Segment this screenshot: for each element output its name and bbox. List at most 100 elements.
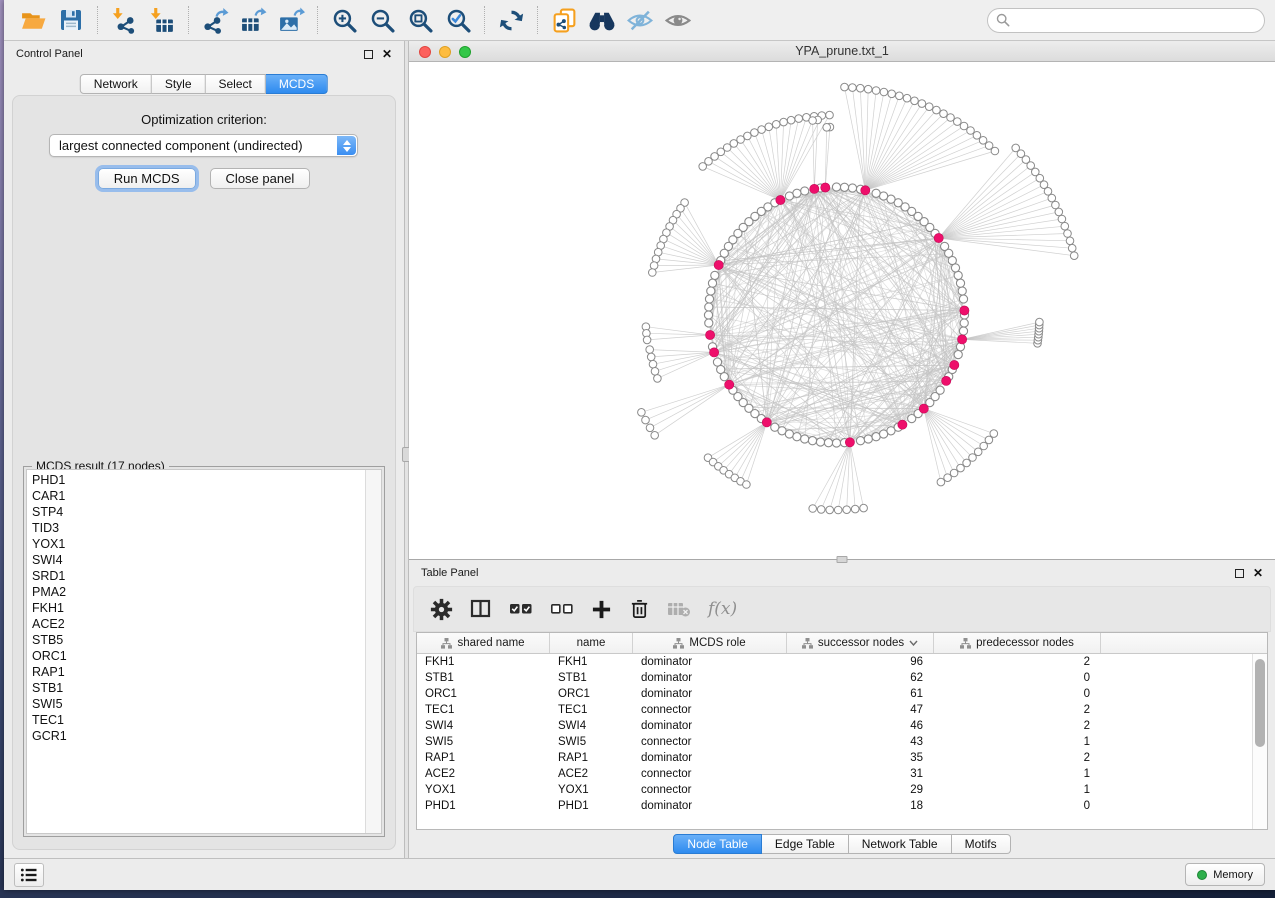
- criterion-select[interactable]: largest connected component (undirected): [49, 134, 358, 157]
- mcds-node[interactable]: [710, 348, 719, 357]
- delete-column-button[interactable]: [629, 598, 650, 620]
- mcds-result-scrollbar[interactable]: [365, 470, 381, 833]
- binoculars-button[interactable]: [586, 4, 618, 36]
- network-node[interactable]: [743, 481, 751, 489]
- mcds-result-item[interactable]: GCR1: [32, 728, 363, 744]
- mcds-node[interactable]: [919, 404, 928, 413]
- network-node[interactable]: [1036, 318, 1044, 326]
- mcds-result-item[interactable]: YOX1: [32, 536, 363, 552]
- network-node[interactable]: [772, 121, 780, 129]
- network-node[interactable]: [1012, 144, 1020, 152]
- network-node[interactable]: [832, 183, 840, 191]
- import-network-button[interactable]: [108, 4, 140, 36]
- mcds-result-item[interactable]: CAR1: [32, 488, 363, 504]
- network-node[interactable]: [888, 90, 896, 98]
- mcds-result-item[interactable]: PHD1: [32, 472, 363, 488]
- network-node[interactable]: [860, 504, 868, 512]
- network-node[interactable]: [654, 375, 662, 383]
- network-node[interactable]: [758, 126, 766, 134]
- network-node[interactable]: [705, 319, 713, 327]
- select-all-button[interactable]: [509, 598, 533, 620]
- network-node[interactable]: [843, 506, 851, 514]
- network-node[interactable]: [650, 262, 658, 270]
- mcds-result-item[interactable]: ORC1: [32, 648, 363, 664]
- mcds-result-item[interactable]: PMA2: [32, 584, 363, 600]
- network-node[interactable]: [936, 386, 944, 394]
- network-node[interactable]: [720, 373, 728, 381]
- network-node[interactable]: [705, 303, 713, 311]
- table-row[interactable]: FKH1FKH1dominator962: [417, 654, 1252, 670]
- network-node[interactable]: [646, 424, 654, 432]
- network-node[interactable]: [649, 269, 657, 277]
- close-window-button[interactable]: [419, 46, 431, 58]
- float-table-panel-icon[interactable]: [1235, 569, 1244, 578]
- network-node[interactable]: [708, 279, 716, 287]
- network-node[interactable]: [1061, 222, 1069, 230]
- zoom-out-button[interactable]: [366, 4, 398, 36]
- network-node[interactable]: [646, 346, 654, 354]
- maximize-window-button[interactable]: [459, 46, 471, 58]
- network-node[interactable]: [809, 505, 817, 513]
- network-node[interactable]: [896, 92, 904, 100]
- minimize-window-button[interactable]: [439, 46, 451, 58]
- network-node[interactable]: [1052, 201, 1060, 209]
- network-node[interactable]: [857, 84, 865, 92]
- table-row[interactable]: RAP1RAP1dominator352: [417, 750, 1252, 766]
- network-node[interactable]: [959, 295, 967, 303]
- network-node[interactable]: [801, 435, 809, 443]
- deselect-all-button[interactable]: [550, 598, 574, 620]
- import-table-button[interactable]: [146, 4, 178, 36]
- network-node[interactable]: [841, 83, 849, 91]
- mcds-result-item[interactable]: RAP1: [32, 664, 363, 680]
- network-node[interactable]: [704, 311, 712, 319]
- network-node[interactable]: [851, 505, 859, 513]
- open-file-button[interactable]: [17, 4, 49, 36]
- memory-button[interactable]: Memory: [1185, 863, 1265, 886]
- table-row[interactable]: SWI5SWI5connector431: [417, 734, 1252, 750]
- mcds-node[interactable]: [725, 380, 734, 389]
- mcds-result-item[interactable]: STB5: [32, 632, 363, 648]
- table-row[interactable]: YOX1YOX1connector291: [417, 782, 1252, 798]
- mcds-node[interactable]: [845, 438, 854, 447]
- network-node[interactable]: [925, 103, 933, 111]
- network-node[interactable]: [1064, 230, 1072, 238]
- network-node[interactable]: [990, 430, 998, 438]
- network-node[interactable]: [793, 433, 801, 441]
- search-box[interactable]: [987, 8, 1265, 33]
- network-node[interactable]: [711, 271, 719, 279]
- zoom-selected-button[interactable]: [442, 4, 474, 36]
- mcds-result-item[interactable]: TID3: [32, 520, 363, 536]
- network-node[interactable]: [840, 183, 848, 191]
- network-node[interactable]: [751, 129, 759, 137]
- mcds-result-item[interactable]: TEC1: [32, 712, 363, 728]
- zoom-in-button[interactable]: [328, 4, 360, 36]
- mcds-node[interactable]: [934, 233, 943, 242]
- network-node[interactable]: [699, 163, 707, 171]
- network-node[interactable]: [826, 111, 834, 119]
- float-panel-icon[interactable]: [364, 50, 373, 59]
- network-node[interactable]: [737, 136, 745, 144]
- network-node[interactable]: [849, 84, 857, 92]
- network-node[interactable]: [940, 110, 948, 118]
- network-node[interactable]: [954, 351, 962, 359]
- network-node[interactable]: [848, 184, 856, 192]
- network-node[interactable]: [1070, 252, 1078, 260]
- mcds-result-item[interactable]: SRD1: [32, 568, 363, 584]
- network-node[interactable]: [903, 94, 911, 102]
- network-node[interactable]: [864, 435, 872, 443]
- bird-eye-view-button[interactable]: [662, 4, 694, 36]
- mcds-node[interactable]: [810, 184, 819, 193]
- network-node[interactable]: [944, 474, 952, 482]
- table-row[interactable]: SWI4SWI4dominator462: [417, 718, 1252, 734]
- mcds-node[interactable]: [950, 360, 959, 369]
- table-row[interactable]: STB1STB1dominator620: [417, 670, 1252, 686]
- network-node[interactable]: [1068, 244, 1076, 252]
- network-node[interactable]: [816, 438, 824, 446]
- network-node[interactable]: [643, 336, 651, 344]
- mcds-result-item[interactable]: FKH1: [32, 600, 363, 616]
- network-node[interactable]: [787, 116, 795, 124]
- network-node[interactable]: [872, 87, 880, 95]
- network-node[interactable]: [960, 122, 968, 130]
- network-node[interactable]: [647, 353, 655, 361]
- network-node[interactable]: [1058, 215, 1066, 223]
